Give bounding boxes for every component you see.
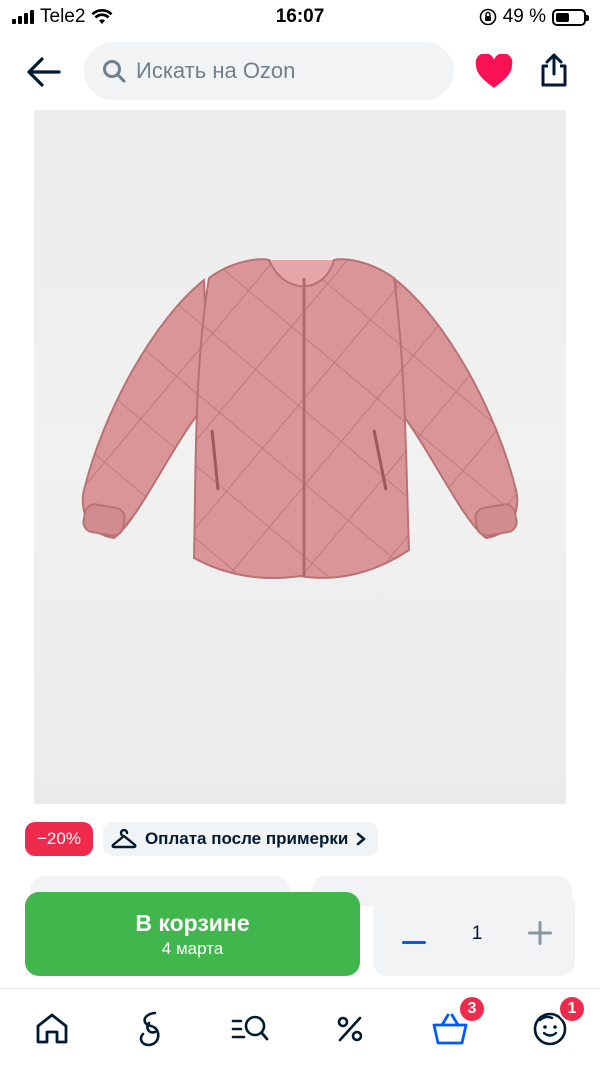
carrier-group: Tele2 [12,6,113,28]
arrow-left-icon [27,57,61,87]
home-icon [36,1013,68,1044]
cart-label: В корзине [135,909,250,936]
share-icon [541,53,567,87]
share-button[interactable] [532,48,576,92]
quantity-value: 1 [471,923,483,944]
minus-icon [402,941,426,944]
decrease-button[interactable] [399,917,429,951]
hanger-icon [111,829,137,849]
battery-group: 49 % [479,6,589,28]
payment-label: Оплата после примерки [144,829,349,848]
back-button[interactable] [22,50,66,94]
orientation-lock-icon [479,8,496,26]
badges-row: −20% Оплата после примерки [25,822,379,856]
search-input[interactable]: Искать на Ozon [84,42,454,100]
in-cart-button[interactable]: В корзине 4 марта [25,892,360,976]
tab-catalog[interactable] [228,1007,272,1051]
favorite-button[interactable] [472,50,516,94]
signal-icon [12,10,34,24]
ozon-fresh-icon [139,1011,160,1047]
wifi-icon [91,9,113,24]
tab-home[interactable] [30,1007,74,1051]
tab-fresh[interactable] [130,1007,174,1051]
delivery-date: 4 марта [161,938,224,958]
status-bar: Tele2 16:07 49 % [0,0,600,34]
discount-badge: −20% [25,822,93,856]
payment-after-fitting-link[interactable]: Оплата после примерки [102,822,379,856]
jacket-illustration [81,258,519,580]
plus-icon [527,921,552,945]
tab-discounts[interactable] [328,1007,372,1051]
profile-notification-badge: 1 [558,995,586,1023]
chevron-right-icon [357,832,366,846]
bottom-tab-bar: 3 1 [0,988,600,1066]
heart-icon [475,54,513,88]
battery-percent: 49 % [502,6,546,27]
increase-button[interactable] [525,917,555,951]
header: Искать на Ozon [0,40,600,102]
product-image[interactable] [34,110,566,804]
search-icon [103,60,126,83]
tab-profile[interactable]: 1 [528,995,586,1051]
tab-cart[interactable]: 3 [428,995,486,1051]
search-placeholder: Искать на Ozon [136,58,296,83]
carrier-name: Tele2 [40,6,86,27]
cart-count-badge: 3 [458,995,486,1023]
percent-icon [337,1016,363,1042]
quantity-stepper: 1 [373,892,575,976]
battery-icon [552,8,589,26]
catalog-search-icon [231,1015,269,1041]
